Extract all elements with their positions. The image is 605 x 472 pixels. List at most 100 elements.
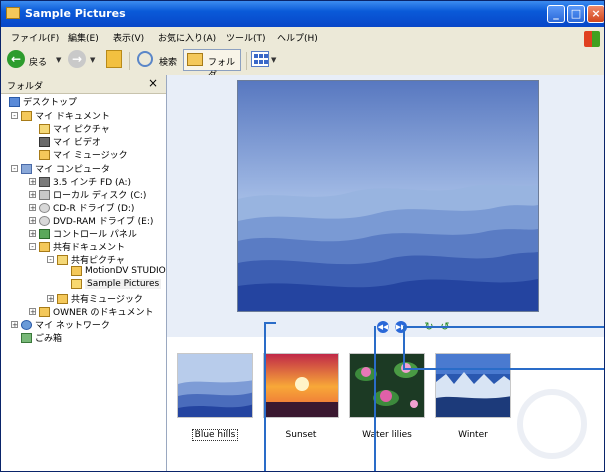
search-icon[interactable] — [137, 51, 153, 67]
my-music-icon — [39, 149, 50, 160]
tree-item-recycle-bin[interactable]: ごみ箱 — [21, 331, 62, 344]
tree-item-cd-drive[interactable]: CD-R ドライブ (D:) — [39, 201, 134, 214]
forward-dropdown-icon[interactable]: ▼ — [90, 56, 95, 64]
back-button[interactable]: 戻る — [29, 55, 47, 68]
callout-line — [264, 322, 266, 471]
folder-icon — [39, 241, 50, 252]
hard-disk-icon — [39, 189, 50, 200]
watermark-decoration — [517, 389, 587, 459]
back-arrow-icon[interactable]: ← — [7, 50, 25, 68]
expand-toggle[interactable]: + — [29, 217, 36, 225]
folder-icon — [71, 266, 82, 276]
floppy-drive-icon — [39, 176, 50, 187]
callout-line — [374, 326, 376, 471]
cd-drive-icon — [39, 202, 50, 213]
my-videos-icon — [39, 136, 50, 147]
menu-favorites[interactable]: お気に入り(A) — [158, 31, 216, 44]
back-dropdown-icon[interactable]: ▼ — [56, 56, 61, 64]
menu-edit[interactable]: 編集(E) — [68, 31, 99, 44]
menu-help[interactable]: ヘルプ(H) — [277, 31, 318, 44]
thumbnail-water-lilies[interactable] — [349, 353, 425, 418]
tree-item-local-disk[interactable]: ローカル ディスク (C:) — [39, 188, 146, 201]
folder-panel: フォルダ × デスクトップ - マイ ドキュメント マイ ピクチャ マイ ビデオ… — [1, 75, 167, 471]
folder-panel-header: フォルダ × — [1, 75, 166, 94]
folder-up-icon[interactable] — [106, 50, 122, 68]
expand-toggle[interactable]: + — [29, 191, 36, 199]
close-icon[interactable]: × — [148, 76, 158, 90]
expand-toggle[interactable]: + — [47, 295, 54, 303]
toolbar: ← 戻る ▼ → ▼ 検索 フォルダ ▼ — [1, 47, 604, 81]
thumbnail-winter[interactable] — [435, 353, 511, 418]
preview-image-blue-hills — [237, 80, 539, 312]
forward-arrow-icon[interactable]: → — [68, 50, 86, 68]
tree-item-shared-documents[interactable]: 共有ドキュメント — [39, 240, 125, 253]
thumbnail-label[interactable]: Blue hills — [177, 429, 253, 441]
tree-item-my-network[interactable]: マイ ネットワーク — [21, 318, 110, 331]
menu-view[interactable]: 表示(V) — [113, 31, 144, 44]
tree-item-my-videos[interactable]: マイ ビデオ — [39, 135, 101, 148]
callout-line — [403, 326, 405, 370]
menu-bar: ファイル(F) 編集(E) 表示(V) お気に入り(A) ツール(T) ヘルプ(… — [1, 27, 604, 48]
content-area: ◀◀ ▶▶ ↻ ↺ Blue hills — [167, 75, 604, 471]
shared-pictures-icon — [57, 254, 68, 265]
network-icon — [21, 319, 32, 330]
my-documents-icon — [21, 110, 32, 121]
expand-toggle[interactable]: + — [29, 308, 36, 316]
collapse-toggle[interactable]: - — [11, 112, 18, 120]
menu-file[interactable]: ファイル(F) — [11, 31, 59, 44]
desktop-icon — [9, 96, 20, 107]
tree-item-my-computer[interactable]: マイ コンピュータ — [21, 162, 110, 175]
thumbnail-label[interactable]: Winter — [435, 430, 511, 440]
tree-item-my-pictures[interactable]: マイ ピクチャ — [39, 122, 110, 135]
filmstrip: Blue hills Sunset Water lilies Winter — [167, 341, 604, 471]
views-dropdown-icon[interactable]: ▼ — [271, 56, 276, 64]
title-bar[interactable]: Sample Pictures _ □ × — [1, 1, 604, 27]
thumbnail-sunset[interactable] — [263, 353, 339, 418]
thumbnail-label[interactable]: Water lilies — [349, 430, 425, 440]
folders-icon — [187, 53, 203, 66]
tree-item-owner-documents[interactable]: OWNER のドキュメント — [39, 305, 154, 318]
views-icon[interactable] — [251, 51, 269, 67]
tree-item-sample-pictures[interactable]: Sample Pictures — [71, 279, 162, 292]
tree-item-my-documents[interactable]: マイ ドキュメント — [21, 109, 110, 122]
folder-icon — [39, 306, 50, 317]
tree-item-dvd-drive[interactable]: DVD-RAM ドライブ (E:) — [39, 214, 153, 227]
shared-music-icon — [57, 293, 68, 304]
window-title: Sample Pictures — [25, 7, 126, 20]
collapse-toggle[interactable]: - — [47, 256, 54, 264]
thumbnail-label[interactable]: Sunset — [263, 430, 339, 440]
dvd-drive-icon — [39, 215, 50, 226]
tree-item-shared-pictures[interactable]: 共有ピクチャ — [57, 253, 125, 266]
folder-open-icon — [71, 279, 82, 289]
minimize-button[interactable]: _ — [547, 5, 565, 23]
folder-icon — [6, 7, 20, 19]
folders-button[interactable]: フォルダ — [183, 49, 241, 81]
tree-item-control-panel[interactable]: コントロール パネル — [39, 227, 137, 240]
collapse-toggle[interactable]: - — [29, 243, 36, 251]
collapse-toggle[interactable]: - — [11, 165, 18, 173]
expand-toggle[interactable]: + — [11, 321, 18, 329]
my-computer-icon — [21, 163, 32, 174]
tree-item-motiondv-studio[interactable]: MotionDV STUDIO — [71, 266, 166, 279]
menu-tools[interactable]: ツール(T) — [226, 31, 266, 44]
callout-line — [403, 368, 604, 370]
expand-toggle[interactable]: + — [29, 178, 36, 186]
toolbar-separator — [129, 52, 130, 70]
maximize-button[interactable]: □ — [567, 5, 585, 23]
close-button[interactable]: × — [587, 5, 604, 23]
expand-toggle[interactable]: + — [29, 230, 36, 238]
thumbnail-blue-hills[interactable] — [177, 353, 253, 418]
expand-toggle[interactable]: + — [29, 204, 36, 212]
folder-panel-title: フォルダ — [7, 82, 44, 92]
recycle-bin-icon — [21, 332, 32, 343]
control-panel-icon — [39, 228, 50, 239]
previous-image-icon[interactable]: ◀◀ — [377, 321, 389, 333]
my-pictures-icon — [39, 123, 50, 134]
search-button[interactable]: 検索 — [159, 55, 177, 68]
tree-item-shared-music[interactable]: 共有ミュージック — [57, 292, 143, 305]
toolbar-separator — [246, 52, 247, 70]
tree-item-floppy[interactable]: 3.5 インチ FD (A:) — [39, 175, 131, 188]
tree-item-my-music[interactable]: マイ ミュージック — [39, 148, 128, 161]
tree-item-desktop[interactable]: デスクトップ — [9, 95, 77, 108]
preview-area: ◀◀ ▶▶ ↻ ↺ — [167, 75, 604, 337]
